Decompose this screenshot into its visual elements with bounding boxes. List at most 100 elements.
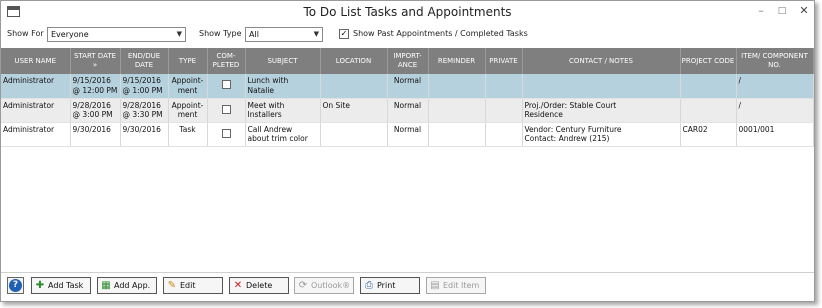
todo-window: To Do List Tasks and Appointments – □ ✕ …	[0, 0, 815, 302]
add-appointment-button[interactable]: ▦ Add App.	[97, 277, 157, 294]
cell-end-date: 9/15/2016 @ 1:00 PM	[120, 74, 169, 99]
show-past-checkbox[interactable]: ✓	[339, 29, 349, 39]
red-x-icon: ✕	[233, 280, 243, 291]
end-date-line: 9/28/2016	[122, 100, 161, 110]
col-header-user-name[interactable]: USER NAME	[1, 48, 71, 74]
refresh-icon: ⟳	[298, 280, 308, 291]
cell-item: /	[736, 74, 814, 99]
col-header-importance[interactable]: IMPORT-ANCE	[387, 48, 429, 74]
cell-location: On Site	[320, 98, 388, 123]
end-date-line: 9/15/2016	[122, 76, 161, 85]
add-app-label: Add App.	[114, 281, 151, 290]
contact-line: Proj./Order: Stable Court	[524, 100, 617, 110]
cell-importance: Normal	[387, 122, 429, 147]
edit-item-icon: ▤	[430, 280, 440, 291]
help-icon: ?	[9, 279, 22, 292]
subject-line-2: about trim color	[247, 134, 308, 143]
outlook-label: Outlook®	[311, 281, 351, 290]
cell-project-code: CAR02	[680, 122, 737, 147]
show-for-dropdown[interactable]: Everyone ▼	[47, 27, 186, 42]
contact-line: Vendor: Century Furniture	[524, 124, 622, 134]
cell-start-date: 9/28/2016 @ 3:00 PM	[70, 98, 121, 123]
cell-importance: Normal	[387, 98, 429, 123]
cell-completed	[207, 74, 246, 99]
cell-location	[320, 122, 388, 147]
type-line: Task	[179, 124, 196, 134]
type-line: Appoint-	[171, 100, 204, 110]
help-button[interactable]: ?	[7, 277, 24, 294]
outlook-button[interactable]: ⟳ Outlook®	[294, 277, 354, 294]
show-type-dropdown[interactable]: All ▼	[245, 27, 323, 42]
cell-completed	[207, 122, 246, 147]
cell-project-code	[680, 74, 737, 99]
table-row[interactable]: Administrator 9/30/2016 9/30/2016 Task C…	[1, 122, 814, 147]
type-line: Appoint-	[171, 76, 204, 85]
cell-subject: Lunch with Natalie	[245, 74, 321, 99]
minimize-button[interactable]: –	[753, 4, 769, 18]
table-row[interactable]: Administrator 9/15/2016 @ 12:00 PM 9/15/2…	[1, 74, 814, 99]
delete-label: Delete	[246, 281, 273, 290]
cell-type: Appoint-ment	[168, 74, 208, 99]
subject-line: Lunch with	[247, 76, 289, 85]
subject-line-2: Installers	[247, 110, 282, 119]
col-header-start-date[interactable]: START DATE »	[70, 48, 121, 74]
subject-line-2: Natalie	[247, 85, 275, 95]
subject-line: Meet with	[247, 100, 285, 110]
show-type-value: All	[249, 30, 259, 39]
close-button[interactable]: ✕	[796, 4, 812, 18]
cell-private	[485, 74, 523, 99]
col-header-location[interactable]: LOCATION	[320, 48, 388, 74]
cell-type: Task	[168, 122, 208, 147]
type-line-2: ment	[177, 85, 198, 95]
col-header-contact-notes[interactable]: CONTACT / NOTES	[522, 48, 681, 74]
cell-location	[320, 74, 388, 99]
col-header-type[interactable]: TYPE	[168, 48, 208, 74]
cell-contact: Proj./Order: Stable Court Residence	[522, 98, 681, 123]
contact-line-2: Residence	[524, 110, 563, 119]
cell-start-date: 9/15/2016 @ 12:00 PM	[70, 74, 121, 99]
completed-checkbox[interactable]	[221, 80, 231, 89]
start-date-line: 9/15/2016	[72, 76, 111, 85]
col-header-end-date[interactable]: END/DUE DATE	[120, 48, 169, 74]
cell-private	[485, 122, 523, 147]
col-header-reminder[interactable]: REMINDER	[428, 48, 486, 74]
cell-private	[485, 98, 523, 123]
start-date-line: 9/28/2016	[72, 100, 111, 110]
add-task-label: Add Task	[48, 281, 84, 290]
cell-user: Administrator	[1, 98, 71, 123]
col-header-private[interactable]: PRIVATE	[485, 48, 523, 74]
cell-reminder	[428, 122, 486, 147]
chevron-down-icon: ▼	[313, 30, 319, 38]
edit-item-label: Edit Item	[443, 281, 480, 290]
col-header-subject[interactable]: SUBJECT	[245, 48, 321, 74]
col-header-item-component[interactable]: ITEM/ COMPONENT NO.	[736, 48, 814, 74]
show-type-label: Show Type	[199, 29, 242, 38]
cell-type: Appoint-ment	[168, 98, 208, 123]
start-time-line: @ 3:00 PM	[72, 110, 113, 119]
cell-end-date: 9/30/2016	[120, 122, 169, 147]
tasks-table: USER NAME START DATE » END/DUE DATE TYPE…	[1, 48, 814, 147]
add-task-button[interactable]: ✚ Add Task	[31, 277, 91, 294]
completed-checkbox[interactable]	[221, 128, 231, 138]
add-appointment-icon: ▦	[101, 280, 111, 291]
col-header-project-code[interactable]: PROJECT CODE	[680, 48, 737, 74]
add-task-icon: ✚	[35, 280, 45, 291]
start-date-line: 9/30/2016	[72, 124, 111, 134]
completed-checkbox[interactable]	[221, 104, 231, 114]
maximize-button[interactable]: □	[774, 4, 790, 18]
table-row[interactable]: Administrator 9/28/2016 @ 3:00 PM 9/28/20…	[1, 98, 814, 123]
end-date-line: 9/30/2016	[122, 124, 161, 134]
print-button[interactable]: ⎙ Print	[360, 277, 420, 294]
print-label: Print	[377, 281, 396, 290]
cell-subject: Meet with Installers	[245, 98, 321, 123]
edit-item-button[interactable]: ▤ Edit Item	[426, 277, 486, 294]
delete-button[interactable]: ✕ Delete	[229, 277, 289, 294]
end-time-line: @ 1:00 PM	[122, 85, 163, 95]
pencil-icon: ✎	[167, 280, 177, 291]
edit-button[interactable]: ✎ Edit	[163, 277, 223, 294]
cell-reminder	[428, 98, 486, 123]
cell-start-date: 9/30/2016	[70, 122, 121, 147]
col-header-completed[interactable]: COM-PLETED	[207, 48, 246, 74]
cell-end-date: 9/28/2016 @ 3:30 PM	[120, 98, 169, 123]
cell-user: Administrator	[1, 122, 71, 147]
